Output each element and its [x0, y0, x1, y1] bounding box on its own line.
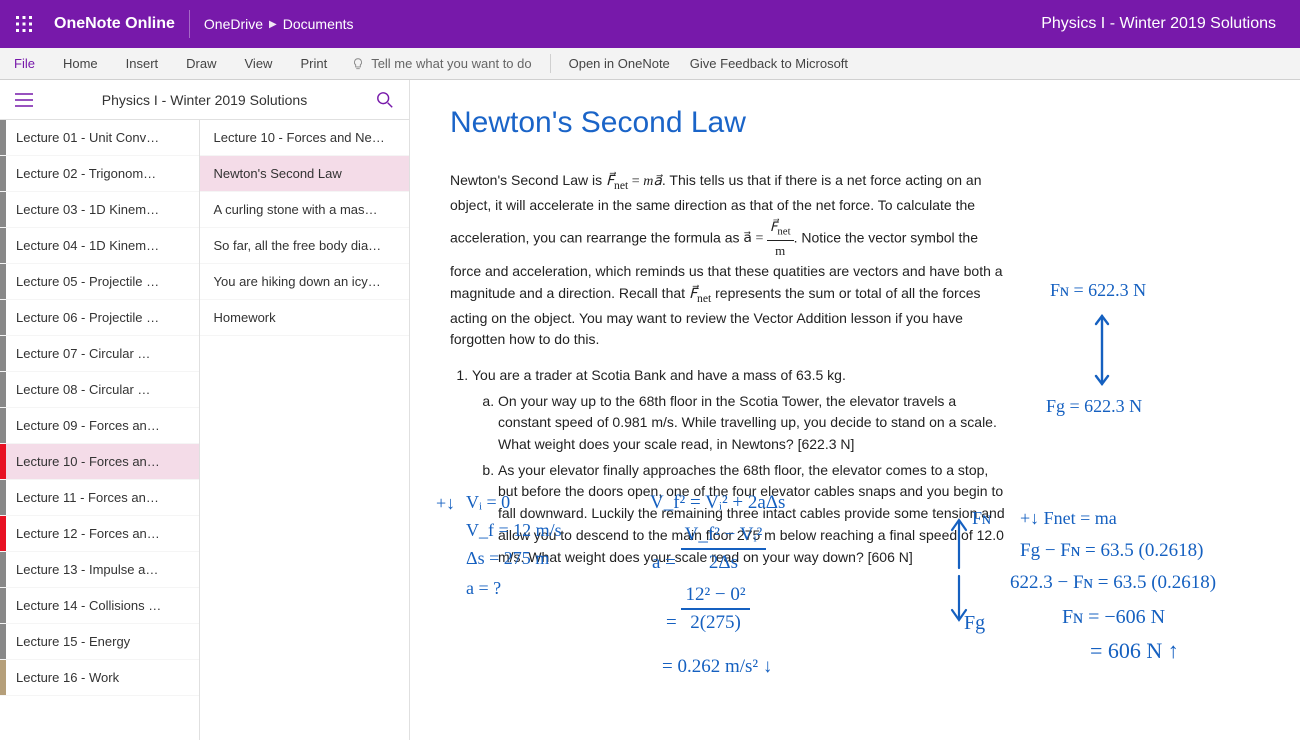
ink-fg-value: Fg = 622.3 N: [1046, 396, 1142, 417]
ribbon-tab-file[interactable]: File: [0, 48, 49, 79]
nav-toggle-button[interactable]: [0, 93, 48, 107]
ink-fn-value: Fɴ = 622.3 N: [1050, 280, 1146, 301]
ink-sub-2: 622.3 − Fɴ = 63.5 (0.2618): [1010, 572, 1216, 594]
ribbon: File Home Insert Draw View Print Tell me…: [0, 48, 1300, 80]
ribbon-tab-view[interactable]: View: [231, 48, 287, 79]
ink-final-answer: = 606 N ↑: [1090, 638, 1179, 664]
tell-me-placeholder: Tell me what you want to do: [371, 56, 531, 71]
section-item[interactable]: Lecture 13 - Impulse a…: [0, 552, 199, 588]
ink-arrow-updown-1: [1090, 310, 1114, 390]
ribbon-separator: [550, 54, 551, 73]
fnet-symbol: F⃗net: [689, 287, 711, 302]
nav-columns: Lecture 01 - Unit Conv…Lecture 02 - Trig…: [0, 120, 409, 740]
give-feedback-link[interactable]: Give Feedback to Microsoft: [680, 48, 858, 79]
page-item[interactable]: You are hiking down an icy…: [200, 264, 409, 300]
page-item[interactable]: A curling stone with a mas…: [200, 192, 409, 228]
page-item[interactable]: Homework: [200, 300, 409, 336]
breadcrumb-folder[interactable]: Documents: [283, 16, 354, 32]
section-item[interactable]: Lecture 14 - Collisions …: [0, 588, 199, 624]
section-item[interactable]: Lecture 03 - 1D Kinem…: [0, 192, 199, 228]
notebook-title[interactable]: Physics I - Winter 2019 Solutions: [48, 92, 361, 108]
intro-paragraph[interactable]: Newton's Second Law is F⃗net = ma⃗. This…: [450, 170, 1010, 351]
formula-accel: a⃗ = F⃗netm: [743, 231, 793, 246]
intro-prefix: Newton's Second Law is: [450, 172, 606, 188]
nav-header: Physics I - Winter 2019 Solutions: [0, 80, 409, 120]
section-item[interactable]: Lecture 12 - Forces an…: [0, 516, 199, 552]
problem-1a[interactable]: On your way up to the 68th floor in the …: [498, 391, 1010, 456]
ink-fg-label: Fg: [964, 612, 985, 635]
section-item[interactable]: Lecture 04 - 1D Kinem…: [0, 228, 199, 264]
ribbon-tab-insert[interactable]: Insert: [112, 48, 173, 79]
problem-1-stem: You are a trader at Scotia Bank and have…: [472, 367, 846, 383]
page-canvas[interactable]: Newton's Second Law Newton's Second Law …: [410, 80, 1300, 740]
problem-1[interactable]: You are a trader at Scotia Bank and have…: [472, 365, 1010, 568]
section-item[interactable]: Lecture 11 - Forces an…: [0, 480, 199, 516]
app-launcher-icon[interactable]: [0, 0, 48, 48]
section-item[interactable]: Lecture 09 - Forces an…: [0, 408, 199, 444]
page-item[interactable]: Lecture 10 - Forces and Ne…: [200, 120, 409, 156]
section-item[interactable]: Lecture 02 - Trigonom…: [0, 156, 199, 192]
section-item[interactable]: Lecture 15 - Energy: [0, 624, 199, 660]
breadcrumb-root[interactable]: OneDrive: [204, 16, 263, 32]
chevron-right-icon: ▶: [269, 19, 277, 30]
page-item[interactable]: So far, all the free body dia…: [200, 228, 409, 264]
problem-1b[interactable]: As your elevator finally approaches the …: [498, 460, 1010, 568]
page-title[interactable]: Newton's Second Law: [450, 106, 1260, 140]
ink-fn-result: Fɴ = −606 N: [1062, 606, 1165, 629]
ribbon-tab-draw[interactable]: Draw: [172, 48, 230, 79]
problem-list[interactable]: You are a trader at Scotia Bank and have…: [450, 365, 1010, 568]
ink-a-result: = 0.262 m/s² ↓: [662, 656, 772, 678]
tell-me-search[interactable]: Tell me what you want to do: [341, 48, 541, 79]
ribbon-tab-home[interactable]: Home: [49, 48, 112, 79]
title-bar: OneNote Online OneDrive ▶ Documents Phys…: [0, 0, 1300, 48]
document-title[interactable]: Physics I - Winter 2019 Solutions: [1041, 15, 1300, 33]
formula-fnet-ma: F⃗net = ma⃗: [606, 174, 662, 189]
lightbulb-icon: [351, 57, 365, 71]
search-button[interactable]: [361, 91, 409, 109]
open-in-onenote-link[interactable]: Open in OneNote: [559, 48, 680, 79]
ribbon-tab-print[interactable]: Print: [286, 48, 341, 79]
navigation-pane: Physics I - Winter 2019 Solutions Lectur…: [0, 80, 410, 740]
ink-newton-eq: +↓ Fnet = ma: [1020, 508, 1117, 529]
breadcrumb: OneDrive ▶ Documents: [190, 16, 354, 32]
pages-list[interactable]: Lecture 10 - Forces and Ne…Newton's Seco…: [200, 120, 409, 740]
main-area: Physics I - Winter 2019 Solutions Lectur…: [0, 80, 1300, 740]
page-item[interactable]: Newton's Second Law: [200, 156, 409, 192]
section-item[interactable]: Lecture 06 - Projectile …: [0, 300, 199, 336]
search-icon: [376, 91, 394, 109]
sections-list[interactable]: Lecture 01 - Unit Conv…Lecture 02 - Trig…: [0, 120, 200, 740]
ink-sub-1: Fg − Fɴ = 63.5 (0.2618): [1020, 540, 1203, 562]
problem-1-subparts: On your way up to the 68th floor in the …: [472, 391, 1010, 569]
section-item[interactable]: Lecture 16 - Work: [0, 660, 199, 696]
section-item[interactable]: Lecture 05 - Projectile …: [0, 264, 199, 300]
page-body[interactable]: Newton's Second Law is F⃗net = ma⃗. This…: [450, 170, 1010, 568]
app-name[interactable]: OneNote Online: [48, 10, 190, 38]
section-item[interactable]: Lecture 10 - Forces an…: [0, 444, 199, 480]
ink-a-sub: = 12² − 0²2(275): [666, 584, 750, 634]
section-item[interactable]: Lecture 08 - Circular …: [0, 372, 199, 408]
section-item[interactable]: Lecture 01 - Unit Conv…: [0, 120, 199, 156]
section-item[interactable]: Lecture 07 - Circular …: [0, 336, 199, 372]
ink-given-a: a = ?: [466, 578, 501, 599]
